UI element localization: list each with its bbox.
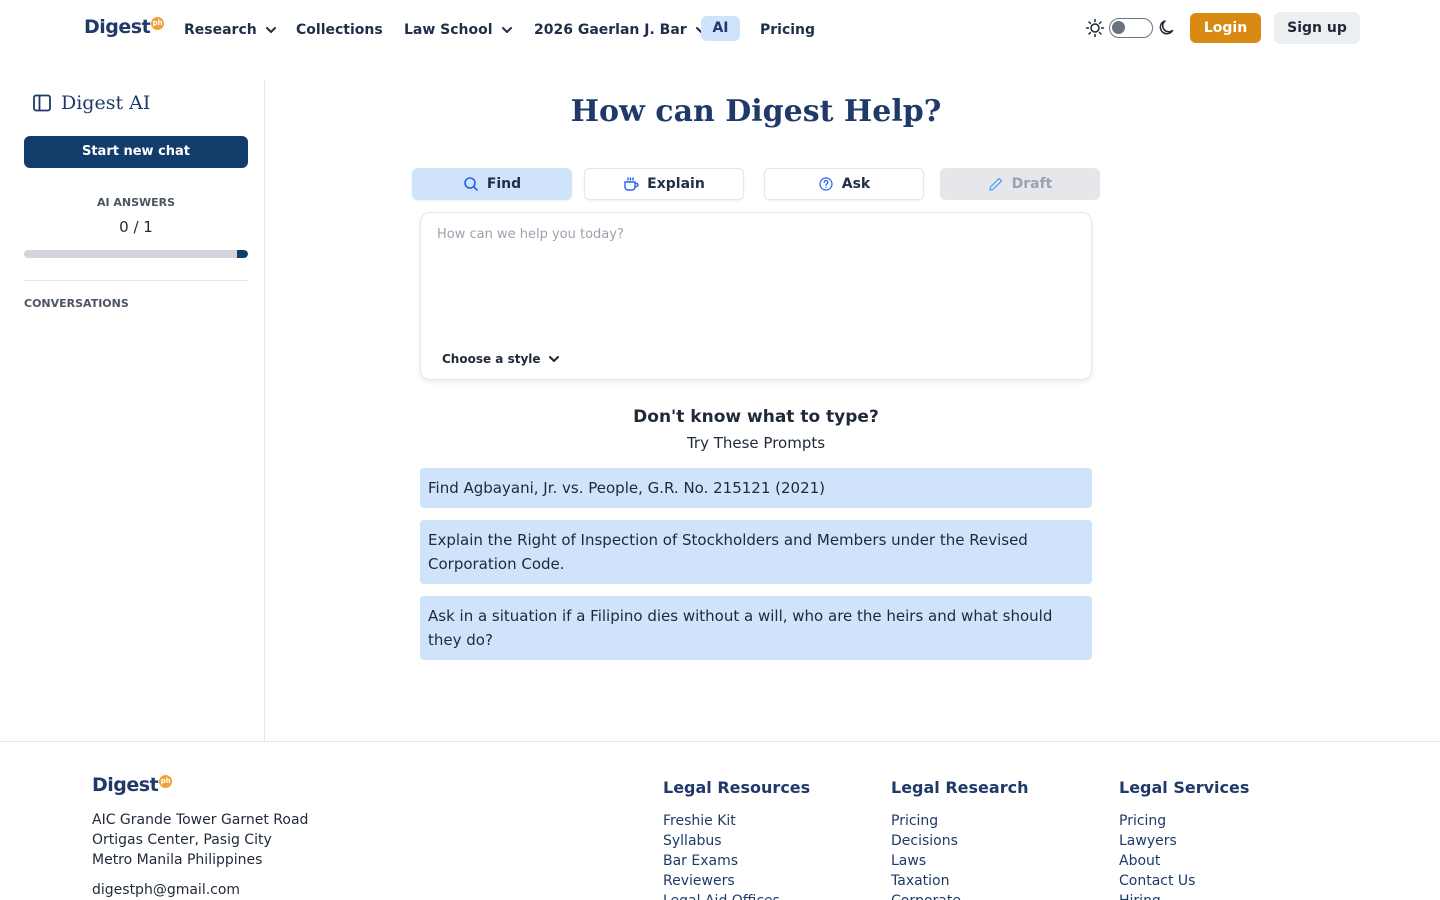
page-title: How can Digest Help? — [570, 94, 942, 129]
signup-button[interactable]: Sign up — [1274, 12, 1360, 44]
footer-link[interactable]: Syllabus — [663, 831, 863, 851]
hint-title: Don't know what to type? — [633, 407, 879, 427]
mode-ask-button[interactable]: Ask — [764, 168, 924, 200]
footer-link[interactable]: Hiring — [1119, 891, 1319, 900]
mode-find-button[interactable]: Find — [412, 168, 572, 200]
nav-ai[interactable]: AI — [701, 16, 740, 41]
nav-pricing-label: Pricing — [760, 22, 816, 38]
footer-link[interactable]: Reviewers — [663, 871, 863, 891]
footer-link[interactable]: Lawyers — [1119, 831, 1319, 851]
footer-logo-text: Digest — [92, 774, 159, 796]
style-select-label: Choose a style — [442, 352, 541, 366]
footer-column-title: Legal Services — [1119, 778, 1250, 797]
start-new-chat-button[interactable]: Start new chat — [24, 136, 248, 168]
nav-research[interactable]: Research — [184, 20, 277, 40]
footer-link[interactable]: Pricing — [891, 811, 1091, 831]
nav-research-label: Research — [184, 22, 257, 38]
nav-bar-exam[interactable]: 2026 Gaerlan J. Bar — [534, 20, 707, 40]
prompt-input[interactable] — [437, 227, 1073, 337]
logo-badge: ph — [151, 17, 165, 30]
nav-collections-label: Collections — [296, 22, 383, 38]
mode-draft-button[interactable]: Draft — [940, 168, 1100, 200]
footer-email[interactable]: digestph@gmail.com — [92, 882, 240, 898]
footer-link[interactable]: Corporate — [891, 891, 1091, 900]
mode-find-label: Find — [486, 176, 522, 192]
moon-icon[interactable] — [1157, 18, 1177, 38]
suggested-prompt[interactable]: Explain the Right of Inspection of Stock… — [420, 520, 1092, 584]
address-line: Ortigas Center, Pasig City — [92, 832, 272, 848]
chevron-down-icon — [501, 27, 512, 33]
pencil-icon — [988, 177, 1002, 191]
digest-logo[interactable]: Digest ph — [84, 16, 165, 38]
chevron-down-icon — [548, 356, 559, 362]
footer-link[interactable]: Pricing — [1119, 811, 1319, 831]
mode-explain-button[interactable]: Explain — [584, 168, 744, 200]
sidebar-header: Digest AI — [32, 92, 150, 114]
conversations-label: CONVERSATIONS — [24, 297, 129, 310]
footer-column-legal-resources: Legal Resources Freshie Kit Syllabus Bar… — [663, 778, 863, 900]
top-navbar: Digest ph Research Collections Law Schoo… — [0, 0, 1440, 58]
footer: Digest ph AIC Grande Tower Garnet Road O… — [0, 741, 1440, 900]
address-line: Metro Manila Philippines — [92, 852, 263, 868]
coffee-icon — [624, 177, 639, 191]
footer-address: AIC Grande Tower Garnet Road Ortigas Cen… — [92, 810, 308, 870]
hint-subtitle: Try These Prompts — [686, 434, 826, 452]
footer-column-legal-research: Legal Research Pricing Decisions Laws Ta… — [891, 778, 1091, 900]
sidebar-title: Digest AI — [61, 92, 151, 114]
nav-collections[interactable]: Collections — [296, 20, 383, 40]
footer-link[interactable]: Legal Aid Offices — [663, 891, 863, 900]
footer-column-title: Legal Resources — [663, 778, 811, 797]
footer-logo-badge: ph — [159, 775, 173, 788]
footer-link[interactable]: Decisions — [891, 831, 1091, 851]
theme-toggle[interactable] — [1109, 18, 1153, 38]
address-line: AIC Grande Tower Garnet Road — [92, 812, 309, 828]
ai-answers-progress — [24, 250, 248, 258]
ai-answers-label: AI ANSWERS — [96, 196, 176, 209]
sidebar: Digest AI Start new chat AI ANSWERS 0 / … — [0, 80, 265, 741]
sun-icon[interactable] — [1085, 18, 1105, 38]
mode-ask-label: Ask — [841, 176, 871, 192]
sidebar-toggle-icon[interactable] — [32, 93, 52, 113]
question-circle-icon — [819, 177, 833, 191]
footer-logo[interactable]: Digest ph — [92, 774, 173, 796]
prompt-box: Choose a style — [420, 212, 1092, 380]
mode-draft-label: Draft — [1011, 176, 1053, 192]
logo-text: Digest — [84, 16, 151, 38]
nav-law-school-label: Law School — [404, 22, 493, 38]
nav-bar-exam-label: 2026 Gaerlan J. Bar — [534, 22, 687, 38]
footer-link[interactable]: Bar Exams — [663, 851, 863, 871]
chevron-down-icon — [265, 27, 276, 33]
footer-column-legal-services: Legal Services Pricing Lawyers About Con… — [1119, 778, 1319, 900]
footer-link[interactable]: Laws — [891, 851, 1091, 871]
sidebar-divider — [24, 280, 248, 281]
nav-law-school[interactable]: Law School — [404, 20, 513, 40]
footer-column-title: Legal Research — [891, 778, 1029, 797]
footer-link[interactable]: About — [1119, 851, 1319, 871]
mode-explain-label: Explain — [647, 176, 705, 192]
footer-link[interactable]: Freshie Kit — [663, 811, 863, 831]
suggested-prompt[interactable]: Find Agbayani, Jr. vs. People, G.R. No. … — [420, 468, 1092, 508]
login-button[interactable]: Login — [1190, 13, 1261, 43]
suggested-prompt[interactable]: Ask in a situation if a Filipino dies wi… — [420, 596, 1092, 660]
search-icon — [464, 177, 478, 191]
style-select[interactable]: Choose a style — [442, 352, 560, 366]
theme-toggle-knob — [1112, 21, 1125, 34]
footer-link[interactable]: Contact Us — [1119, 871, 1319, 891]
nav-pricing[interactable]: Pricing — [760, 20, 815, 40]
progress-fill — [236, 250, 248, 258]
ai-answers-count: 0 / 1 — [119, 218, 153, 236]
footer-link[interactable]: Taxation — [891, 871, 1091, 891]
